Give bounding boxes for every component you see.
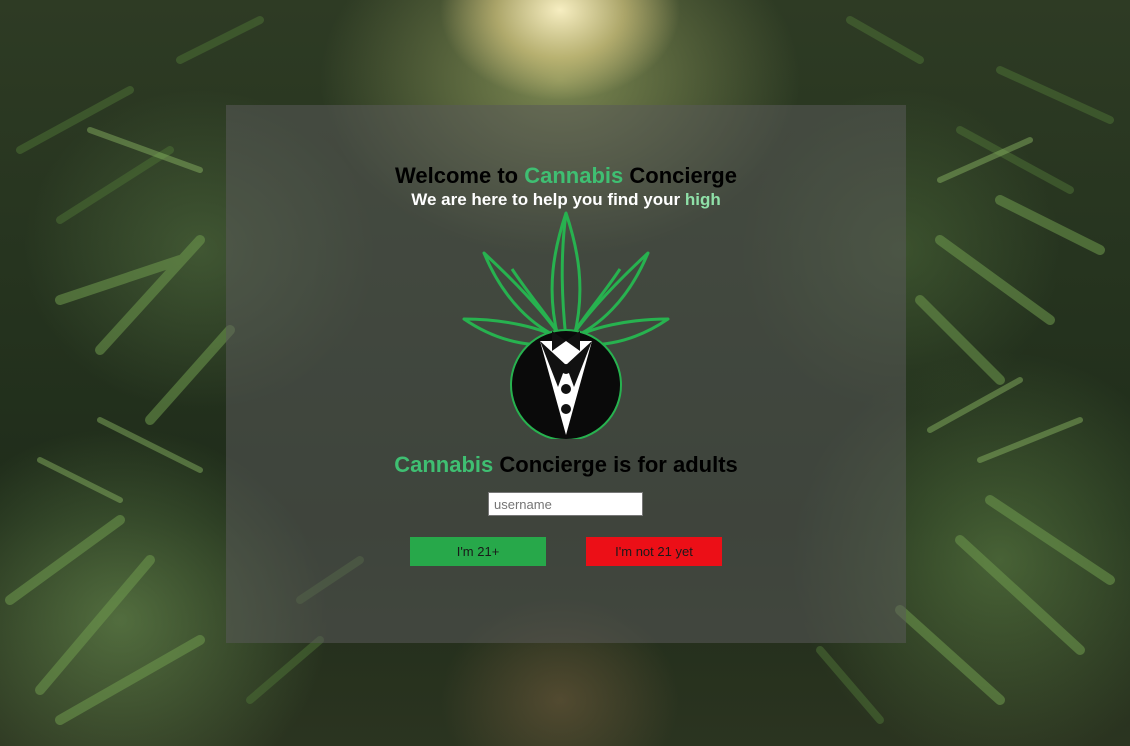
welcome-prefix: Welcome to [395, 163, 519, 188]
tagline: We are here to help you find your high [226, 189, 906, 211]
confirm-age-button[interactable]: I'm 21+ [410, 537, 546, 566]
age-notice-rest: Concierge is for adults [499, 452, 738, 477]
welcome-heading: Welcome to Cannabis Concierge [226, 163, 906, 189]
age-brand-green: Cannabis [394, 452, 494, 477]
age-gate-panel: Welcome to Cannabis Concierge We are her… [226, 105, 906, 643]
tagline-highlight: high [684, 190, 721, 209]
welcome-brand-rest: Concierge [629, 163, 737, 188]
cannabis-leaf-tuxedo-logo-icon [462, 211, 670, 439]
tagline-text: We are here to help you find your [411, 190, 681, 209]
deny-age-button[interactable]: I'm not 21 yet [586, 537, 722, 566]
welcome-brand-green: Cannabis [524, 163, 624, 188]
username-input[interactable] [488, 492, 643, 516]
age-requirement-heading: Cannabis Concierge is for adults [226, 452, 906, 478]
